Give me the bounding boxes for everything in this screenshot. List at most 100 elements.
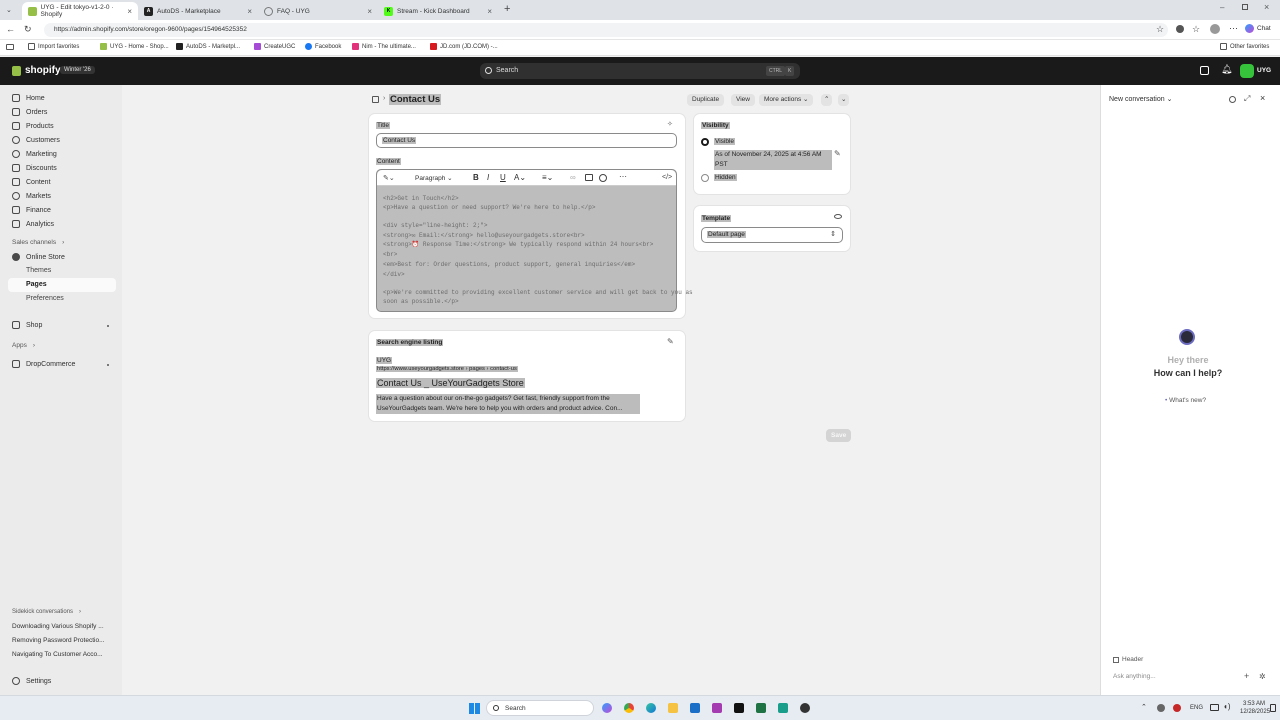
expand-icon[interactable]: ⤢ [1244,94,1250,104]
conversation-item[interactable]: Navigating To Customer Acco... [12,651,103,658]
back-icon[interactable]: ← [6,24,15,34]
image-icon[interactable] [585,174,593,181]
sidekick-conversations-header[interactable]: Sidekick conversations › [12,609,81,615]
excel-icon[interactable] [756,703,766,713]
italic-icon[interactable]: I [487,173,489,182]
clock-time[interactable]: 3:53 AM [1243,701,1265,707]
sidebar-toggle-icon[interactable] [6,44,14,50]
save-button[interactable]: Save [826,429,852,442]
store-initials[interactable]: UYG [1257,67,1271,74]
taskbar-search[interactable]: Search [486,700,594,716]
menu-dots-icon[interactable]: ⋯ [1229,23,1238,34]
maximize-icon[interactable] [1242,4,1248,10]
new-tab-icon[interactable]: + [504,3,510,15]
history-icon[interactable] [1229,96,1236,103]
sidebar-item-preferences[interactable]: Preferences [26,295,64,302]
voice-icon[interactable]: ✲ [1259,672,1266,681]
sidebar-item-marketing[interactable]: Marketing [12,150,57,158]
link-icon[interactable]: ∞ [570,173,576,182]
conversation-select[interactable]: New conversation ⌄ [1109,95,1172,103]
network-icon[interactable] [1210,704,1219,711]
text-color-icon[interactable]: A⌄ [514,173,526,182]
duplicate-button[interactable]: Duplicate [687,94,725,106]
shopify-logo[interactable]: shopify [12,65,61,76]
store-app-icon[interactable] [690,703,700,713]
whats-new-link[interactable]: • What's new? [1165,397,1206,404]
photo-app-icon[interactable] [712,703,722,713]
store-avatar[interactable] [1240,64,1254,78]
favorite-uyg[interactable]: UYG - Home - Shop... [100,43,169,50]
previous-page-button[interactable]: ⌃ [821,94,833,106]
conversation-item[interactable]: Downloading Various Shopify ... [12,623,104,630]
capcut-icon[interactable] [734,703,744,713]
sidebar-item-themes[interactable]: Themes [26,267,51,274]
close-tab-icon[interactable]: × [487,7,492,16]
sidekick-icon[interactable] [1200,66,1209,75]
sidebar-item-discounts[interactable]: Discounts [12,164,57,172]
minimize-icon[interactable]: – [1220,3,1224,12]
notifications-icon[interactable] [1270,704,1276,712]
language-indicator[interactable]: ENG [1190,705,1203,711]
favorites-icon[interactable]: ☆ [1192,24,1200,35]
clock-date[interactable]: 12/28/2025 [1240,709,1270,715]
sidebar-item-customers[interactable]: Customers [12,136,60,144]
profile-icon[interactable] [1210,24,1220,34]
sidebar-item-online-store[interactable]: Online Store [12,253,65,261]
bell-icon[interactable]: 🔔︎ [1221,64,1232,75]
windows-start-icon[interactable] [469,703,480,714]
view-button[interactable]: View [731,94,755,106]
favorite-import[interactable]: Import favorites [28,43,79,50]
copilot-app-icon[interactable] [602,703,612,713]
close-tab-icon[interactable]: × [367,7,372,16]
template-select[interactable]: Default page ⇕ [701,227,843,243]
favorite-createugc[interactable]: CreateUGC [254,43,295,50]
header-context-chip[interactable]: Header [1113,656,1143,663]
favorite-nim[interactable]: Nim - The ultimate... [352,43,416,50]
favorite-other[interactable]: Other favorites [1220,43,1269,50]
close-tab-icon[interactable]: × [127,7,132,16]
url-field[interactable]: https://admin.shopify.com/store/oregon-9… [44,23,1168,37]
underline-icon[interactable]: U [500,173,506,182]
title-field[interactable]: Contact Us [376,133,677,148]
next-page-button[interactable]: ⌄ [838,94,850,106]
star-icon[interactable]: ☆ [1156,24,1164,35]
tray-chevron-icon[interactable]: ⌃ [1141,703,1147,711]
app-icon[interactable] [778,703,788,713]
more-actions-button[interactable]: More actions ⌄ [759,94,814,106]
page-icon[interactable] [372,96,379,103]
tab-autods[interactable]: A AutoDS - Marketplace × [138,2,258,20]
eye-icon[interactable] [834,214,842,219]
favorite-jd[interactable]: JD.com (JD.COM) -... [430,43,498,50]
sidebar-item-dropcommerce[interactable]: DropCommerce [12,360,75,368]
apps-header[interactable]: Apps › [12,342,35,349]
add-attachment-icon[interactable]: + [1244,671,1249,681]
sidebar-item-home[interactable]: Home [12,94,45,102]
extension-icon[interactable] [1176,25,1184,33]
edit-seo-icon[interactable]: ✎ [667,337,674,346]
sidebar-item-markets[interactable]: Markets [12,192,51,200]
hidden-radio[interactable] [701,174,709,182]
tray-security-icon[interactable] [1173,704,1181,712]
sidebar-item-analytics[interactable]: Analytics [12,220,54,228]
edge-icon[interactable] [646,703,656,713]
copilot-chat-button[interactable]: Chat [1245,24,1271,33]
sidebar-item-orders[interactable]: Orders [12,108,47,116]
sidebar-item-shop[interactable]: Shop [12,321,42,329]
tab-kick[interactable]: K Stream - Kick Dashboard × [378,2,498,20]
refresh-icon[interactable]: ↻ [24,24,32,35]
search-bar[interactable]: Search CTRL K [480,63,800,79]
close-tab-icon[interactable]: × [247,7,252,16]
tray-app-icon[interactable] [1157,704,1165,712]
align-icon[interactable]: ≡⌄ [542,173,553,182]
conversation-item[interactable]: Removing Password Protectio... [12,637,104,644]
chrome-icon[interactable] [624,703,634,713]
favorite-facebook[interactable]: Facebook [305,43,341,50]
close-panel-icon[interactable]: × [1260,93,1265,103]
sales-channels-header[interactable]: Sales channels › [12,239,64,246]
tab-actions-icon[interactable]: ⌄ [6,6,12,14]
bold-icon[interactable]: B [473,173,479,182]
sidebar-item-finance[interactable]: Finance [12,206,51,214]
sidebar-item-content[interactable]: Content [12,178,51,186]
tab-faq[interactable]: FAQ - UYG × [258,2,378,20]
more-formatting-icon[interactable]: ⋯ [619,172,627,181]
